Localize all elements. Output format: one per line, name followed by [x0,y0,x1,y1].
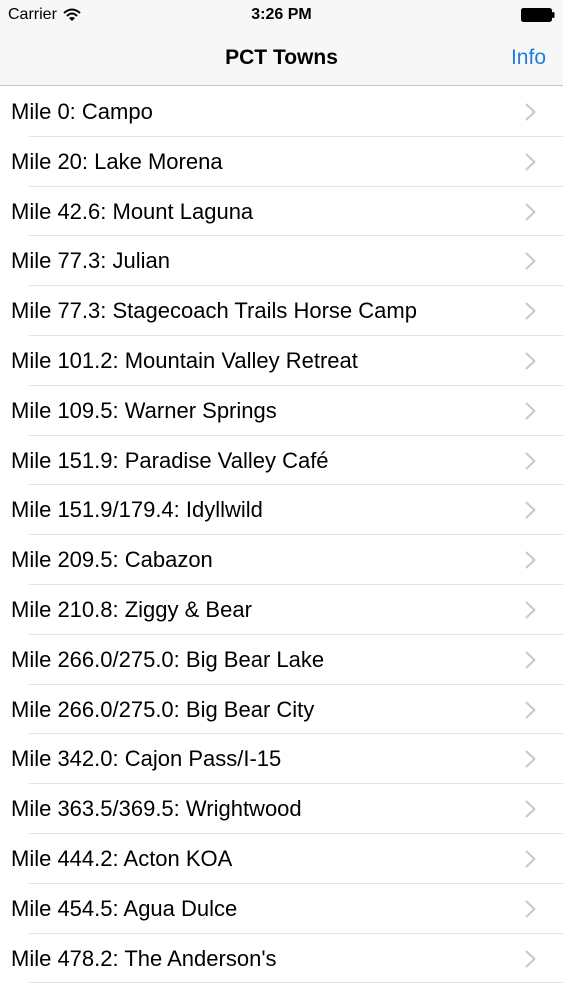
list-item-label: Mile 210.8: Ziggy & Bear [11,596,252,622]
chevron-right-icon [525,501,536,519]
chevron-right-icon [525,651,536,669]
list-item-label: Mile 109.5: Warner Springs [11,397,277,423]
chevron-right-icon [525,402,536,420]
chevron-right-icon [525,601,536,619]
list-item[interactable]: Mile 209.5: Cabazon [0,535,563,585]
chevron-right-icon [525,302,536,320]
list-item-label: Mile 454.5: Agua Dulce [11,895,238,921]
chevron-right-icon [525,701,536,719]
page-title: PCT Towns [225,46,338,69]
battery-icon [521,8,555,22]
chevron-right-icon [525,551,536,569]
chevron-right-icon [525,750,536,768]
list-item[interactable]: Mile 454.5: Agua Dulce [0,884,563,934]
status-time: 3:26 PM [251,6,312,23]
list-item[interactable]: Mile 266.0/275.0: Big Bear City [0,685,563,735]
list-item-label: Mile 444.2: Acton KOA [11,845,233,871]
chevron-right-icon [525,103,536,121]
list-item-label: Mile 77.3: Stagecoach Trails Horse Camp [11,298,417,324]
list-item-label: Mile 77.3: Julian [11,248,170,274]
chevron-right-icon [525,452,536,470]
list-item[interactable]: Mile 42.6: Mount Laguna [0,187,563,237]
list-item-label: Mile 101.2: Mountain Valley Retreat [11,347,358,373]
list-item[interactable]: Mile 151.9/179.4: Idyllwild [0,485,563,535]
chevron-right-icon [525,153,536,171]
list-item[interactable]: Mile 20: Lake Morena [0,137,563,187]
list-item[interactable]: Mile 444.2: Acton KOA [0,834,563,884]
list-item-label: Mile 209.5: Cabazon [11,547,213,573]
chevron-right-icon [525,900,536,918]
list-item-label: Mile 151.9/179.4: Idyllwild [11,497,263,523]
list-item[interactable]: Mile 77.3: Julian [0,236,563,286]
list-item[interactable]: Mile 101.2: Mountain Valley Retreat [0,336,563,386]
list-item[interactable]: Mile 266.0/275.0: Big Bear Lake [0,635,563,685]
chevron-right-icon [525,352,536,370]
chevron-right-icon [525,950,536,968]
list-item[interactable]: Mile 109.5: Warner Springs [0,386,563,436]
chevron-right-icon [525,800,536,818]
list-item[interactable]: Mile 210.8: Ziggy & Bear [0,585,563,635]
list-item-label: Mile 20: Lake Morena [11,148,223,174]
status-bar: Carrier 3:26 PM [0,0,563,30]
list-item-label: Mile 266.0/275.0: Big Bear Lake [11,646,325,672]
list-item[interactable]: Mile 151.9: Paradise Valley Café [0,436,563,486]
chevron-right-icon [525,203,536,221]
list-item[interactable]: Mile 77.3: Stagecoach Trails Horse Camp [0,286,563,336]
list-item-label: Mile 266.0/275.0: Big Bear City [11,696,315,722]
list-item-label: Mile 42.6: Mount Laguna [11,198,254,224]
list-item[interactable]: Mile 478.2: The Anderson's [0,934,563,984]
list-item[interactable]: Mile 0: Campo [0,87,563,137]
list-item[interactable]: Mile 363.5/369.5: Wrightwood [0,784,563,834]
town-list: Mile 0: Campo Mile 20: Lake Morena Mile … [0,87,563,984]
info-button[interactable]: Info [511,44,546,72]
navigation-bar: PCT Towns Info [0,30,563,86]
list-item-label: Mile 478.2: The Anderson's [11,945,277,971]
list-item-label: Mile 363.5/369.5: Wrightwood [11,796,302,822]
list-item[interactable]: Mile 342.0: Cajon Pass/I-15 [0,734,563,784]
list-item-label: Mile 0: Campo [11,99,153,124]
chevron-right-icon [525,850,536,868]
chevron-right-icon [525,252,536,270]
list-item-label: Mile 342.0: Cajon Pass/I-15 [11,746,282,772]
list-item-label: Mile 151.9: Paradise Valley Café [11,447,329,473]
